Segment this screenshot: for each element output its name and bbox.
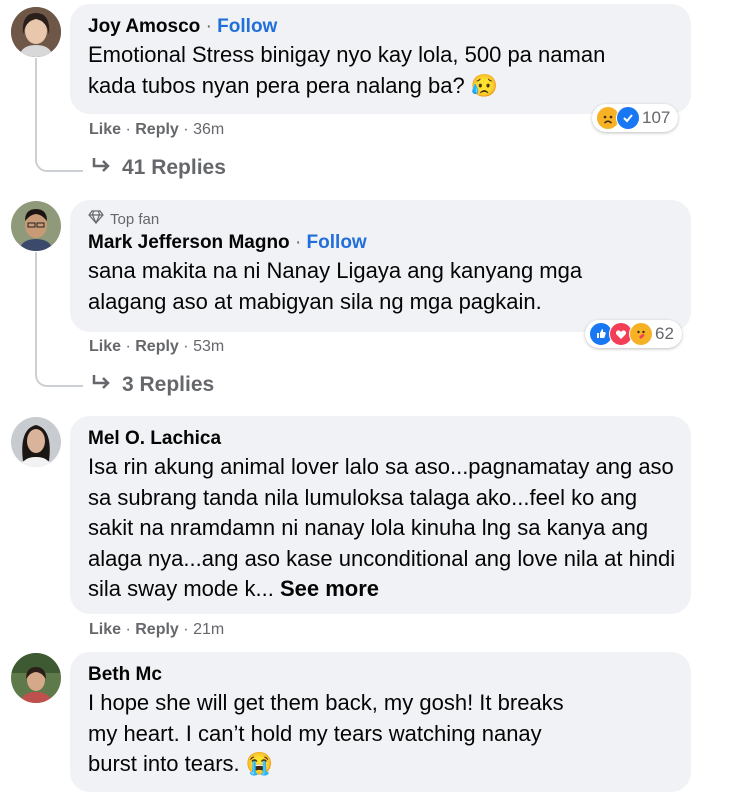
comment-text: Isa rin akung animal lover lalo sa aso..… [88, 452, 678, 605]
avatar[interactable] [11, 7, 61, 57]
avatar[interactable] [11, 417, 61, 467]
comment-text: I hope she will get them back, my gosh! … [88, 690, 564, 776]
comment-header: Mel O. Lachica [88, 426, 675, 452]
comment-bubble: Joy Amosco · Follow Emotional Stress bin… [70, 4, 691, 114]
separator-dot: · [183, 338, 194, 355]
reply-button[interactable]: Reply [135, 121, 179, 138]
timestamp[interactable]: 21m [193, 621, 224, 638]
reply-button[interactable]: Reply [135, 338, 179, 355]
comment-bubble: Mel O. Lachica Isa rin akung animal love… [70, 416, 691, 614]
care-reaction-icon [629, 322, 653, 346]
reaction-count: 107 [642, 108, 671, 127]
view-replies-button[interactable]: 41 Replies [92, 156, 226, 180]
avatar[interactable] [11, 653, 61, 703]
author-name[interactable]: Joy Amosco [88, 16, 200, 37]
reply-button[interactable]: Reply [135, 621, 179, 638]
like-button[interactable]: Like [89, 621, 121, 638]
avatar[interactable] [11, 201, 61, 251]
author-name[interactable]: Mel O. Lachica [88, 428, 221, 449]
comment-actions: Like · Reply · 21m [89, 621, 224, 639]
comment-body: Isa rin akung animal lover lalo sa aso..… [88, 454, 676, 601]
top-fan-badge: Top fan [88, 210, 675, 230]
comment-actions: Like · Reply · 53m [89, 338, 224, 356]
replies-label: 3 Replies [122, 373, 215, 396]
timestamp[interactable]: 53m [193, 338, 224, 355]
timestamp[interactable]: 36m [193, 121, 224, 138]
comment-header: Mark Jefferson Magno · Follow [88, 230, 675, 256]
author-name[interactable]: Mark Jefferson Magno [88, 232, 290, 253]
follow-button[interactable]: Follow [307, 232, 367, 253]
separator-dot: · [125, 338, 136, 355]
like-button[interactable]: Like [89, 121, 121, 138]
care-reaction-icon [616, 106, 640, 130]
comment-bubble: Beth Mc I hope she will get them back, m… [70, 652, 691, 792]
like-button[interactable]: Like [89, 338, 121, 355]
comment-text: sana makita na ni Nanay Ligaya ang kanya… [88, 258, 583, 314]
author-name[interactable]: Beth Mc [88, 664, 162, 685]
reaction-summary[interactable]: 107 [592, 104, 679, 132]
follow-button[interactable]: Follow [217, 16, 277, 37]
replies-label: 41 Replies [122, 156, 226, 179]
comment-actions: Like · Reply · 36m [89, 121, 224, 139]
separator-dot: · [183, 621, 194, 638]
separator-dot: · [125, 121, 136, 138]
separator-dot: · [125, 621, 136, 638]
reaction-summary[interactable]: 62 [585, 320, 682, 348]
badge-label: Top fan [110, 211, 160, 228]
reply-arrow-icon [92, 373, 112, 397]
diamond-icon [88, 210, 104, 230]
see-more-link[interactable]: See more [280, 576, 379, 601]
separator-dot: · [205, 16, 212, 37]
reaction-count: 62 [655, 324, 674, 343]
reply-arrow-icon [92, 156, 112, 180]
separator-dot: · [183, 121, 194, 138]
comment-header: Beth Mc [88, 662, 675, 688]
comment-bubble: Top fan Mark Jefferson Magno · Follow sa… [70, 200, 691, 332]
view-replies-button[interactable]: 3 Replies [92, 373, 214, 397]
separator-dot: · [294, 232, 302, 253]
comment-text: Emotional Stress binigay nyo kay lola, 5… [88, 42, 606, 98]
comment-header: Joy Amosco · Follow [88, 14, 675, 40]
